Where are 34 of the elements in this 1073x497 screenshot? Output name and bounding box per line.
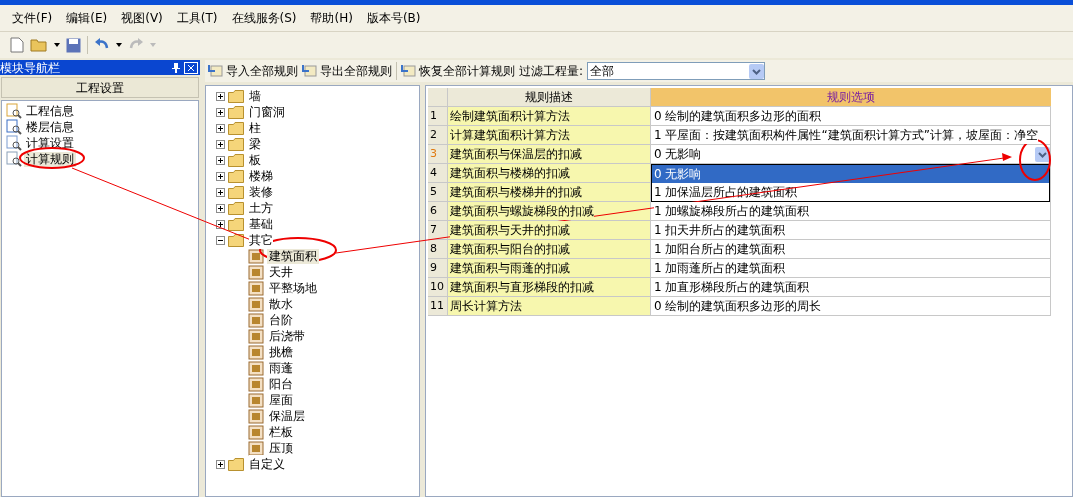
header-cell: 规则描述 bbox=[448, 88, 651, 107]
option-text: 0 无影响 bbox=[654, 145, 702, 163]
description-cell: 计算建筑面积计算方法 bbox=[448, 126, 651, 145]
option-text: 1 加阳台所占的建筑面积 bbox=[654, 240, 786, 258]
option-text: 1 扣天井所占的建筑面积 bbox=[654, 221, 786, 239]
row-number-cell: 2 bbox=[428, 126, 448, 145]
row-number-cell: 10 bbox=[428, 278, 448, 297]
option-text: 1 加螺旋梯段所占的建筑面积 bbox=[654, 202, 810, 220]
description-cell: 建筑面积与楼梯的扣减 bbox=[448, 164, 651, 183]
description-cell: 建筑面积与保温层的扣减 bbox=[448, 145, 651, 164]
row-number-cell: 4 bbox=[428, 164, 448, 183]
header-cell: 规则选项 bbox=[651, 88, 1051, 107]
description-cell: 建筑面积与螺旋梯段的扣减 bbox=[448, 202, 651, 221]
row-number-cell: 7 bbox=[428, 221, 448, 240]
row-number-cell: 3 bbox=[428, 145, 448, 164]
description-cell: 建筑面积与直形梯段的扣减 bbox=[448, 278, 651, 297]
row-number-cell: 1 bbox=[428, 107, 448, 126]
panel-title: 模块导航栏 bbox=[0, 61, 60, 74]
description-cell: 建筑面积与阳台的扣减 bbox=[448, 240, 651, 259]
row-number-cell: 6 bbox=[428, 202, 448, 221]
option-text: 1 加雨蓬所占的建筑面积 bbox=[654, 259, 786, 277]
row-number-cell: 9 bbox=[428, 259, 448, 278]
row-number-cell: 11 bbox=[428, 297, 448, 316]
option-text: 0 绘制的建筑面积多边形的面积 bbox=[654, 107, 822, 125]
description-cell: 周长计算方法 bbox=[448, 297, 651, 316]
option-text: 0 绘制的建筑面积多边形的周长 bbox=[654, 297, 822, 315]
option-text: 1 加直形梯段所占的建筑面积 bbox=[654, 278, 810, 296]
row-number-cell: 5 bbox=[428, 183, 448, 202]
row-number-cell: 8 bbox=[428, 240, 448, 259]
description-cell: 建筑面积与楼梯井的扣减 bbox=[448, 183, 651, 202]
description-cell: 建筑面积与雨蓬的扣减 bbox=[448, 259, 651, 278]
description-cell: 绘制建筑面积计算方法 bbox=[448, 107, 651, 126]
description-cell: 建筑面积与天井的扣减 bbox=[448, 221, 651, 240]
filter-label: 过滤工程量: bbox=[519, 63, 584, 80]
